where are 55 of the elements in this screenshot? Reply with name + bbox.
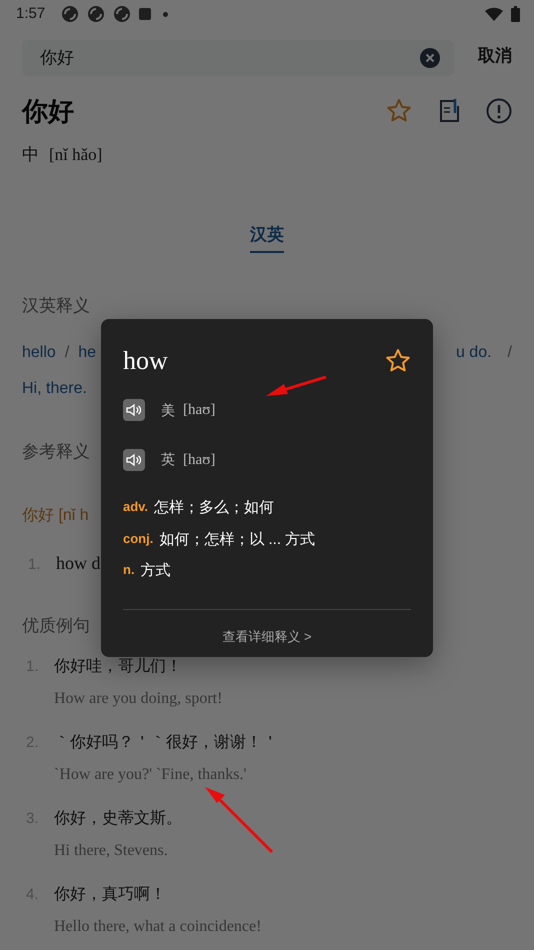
notification-icon [87, 5, 106, 23]
star-icon[interactable] [386, 98, 412, 124]
notification-icon [113, 5, 132, 23]
popup-word: how [123, 345, 168, 377]
search-field[interactable]: 你好 [22, 40, 454, 76]
part-of-speech: adv. [123, 498, 148, 516]
meaning: 如何；怎样；以 ... 方式 [159, 530, 316, 550]
section-heading: 参考释义 [22, 440, 90, 462]
part-of-speech: n. [123, 561, 135, 579]
info-icon[interactable] [486, 98, 512, 124]
notification-icon [61, 5, 80, 23]
separator: / [64, 342, 70, 362]
wifi-icon [485, 7, 503, 21]
clear-icon[interactable] [420, 48, 440, 68]
language-label: 中 [22, 144, 39, 166]
status-time: 1:57 [16, 4, 46, 24]
example-translation: How are you doing, sport! [54, 688, 222, 708]
details-link[interactable]: 查看详细释义 > [216, 626, 318, 647]
pinyin: [nǐ hǎo] [49, 144, 102, 166]
translation-link[interactable]: hello [22, 340, 56, 364]
note-icon[interactable] [438, 98, 460, 124]
definition: how d [56, 552, 100, 575]
separator: / [508, 342, 512, 362]
phonetic: [haʊ] [183, 401, 216, 420]
speaker-button[interactable] [123, 448, 145, 471]
region-label: 英 [161, 450, 175, 470]
annotation-arrow [205, 787, 274, 854]
phonetic: [haʊ] [183, 450, 216, 470]
tab[interactable]: 汉英 [250, 222, 284, 253]
section-heading: 优质例句 [22, 615, 90, 637]
search-field[interactable]: 你好 [40, 45, 240, 71]
example-translation: Hello there, what a coincidence! [54, 916, 262, 936]
example-sentence: 你好，真巧啊！ [54, 884, 167, 904]
meaning: 怎样；多么；如何 [154, 498, 274, 518]
cancel-button[interactable]: 取消 [478, 43, 512, 69]
section-heading: 汉英释义 [22, 295, 90, 317]
example-sentence: ｀你好吗？＇｀很好，谢谢！＇ [54, 732, 278, 752]
part-of-speech: conj. [123, 530, 154, 548]
battery-icon [511, 6, 520, 22]
dot-icon [163, 12, 168, 16]
example-translation: `How are you?' `Fine, thanks.' [54, 764, 248, 784]
headword: 你好 [22, 98, 74, 124]
example-sentence: 你好，史蒂文斯。 [54, 808, 182, 828]
speaker-button[interactable] [123, 399, 145, 422]
app-icon [139, 8, 152, 20]
meaning: 方式 [140, 561, 171, 581]
star-icon[interactable] [385, 348, 411, 374]
example-sentence: 你好哇，哥儿们！ [54, 656, 183, 676]
annotation-arrow [266, 376, 326, 396]
translation-link[interactable]: u do. [456, 340, 492, 364]
example-translation: Hi there, Stevens. [54, 840, 169, 860]
region-label: 美 [161, 400, 175, 420]
reference-headword: 你好 [nǐ h [22, 506, 89, 526]
translation-link[interactable]: Hi, there. [22, 376, 87, 400]
translation-link[interactable]: he [78, 340, 96, 364]
